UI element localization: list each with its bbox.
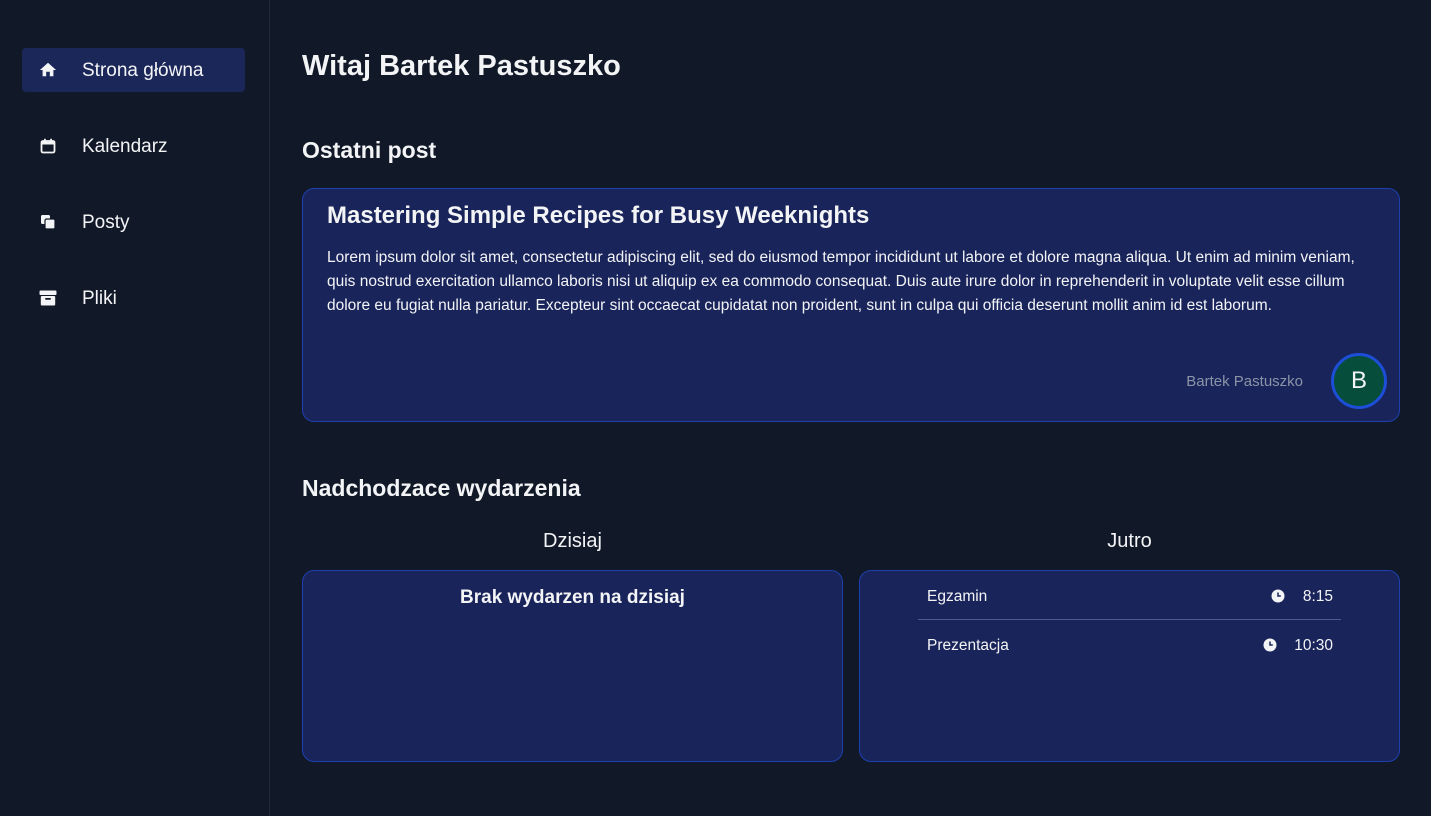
latest-post-heading: Ostatni post — [302, 137, 437, 163]
sidebar-item-posts[interactable]: Posty — [22, 200, 245, 244]
event-time: 8:15 — [1302, 588, 1333, 605]
today-events-card: Brak wydarzen na dzisiaj — [302, 570, 843, 762]
sidebar: Strona główna Kalendarz Posty Pliki — [0, 0, 270, 816]
upcoming-events-heading: Nadchodzace wydarzenia — [302, 475, 581, 501]
archive-icon — [38, 288, 58, 308]
posts-icon — [38, 212, 58, 232]
event-name: Prezentacja — [927, 637, 1009, 654]
tomorrow-events-card: Egzamin 8:15 Prezentacja 10:30 — [859, 570, 1400, 762]
sidebar-item-label: Pliki — [82, 288, 117, 309]
event-name: Egzamin — [927, 588, 988, 605]
post-title: Mastering Simple Recipes for Busy Weekni… — [327, 202, 870, 229]
tomorrow-heading: Jutro — [1107, 530, 1152, 552]
sidebar-item-label: Kalendarz — [82, 136, 168, 157]
clock-icon — [1263, 638, 1277, 652]
sidebar-item-home[interactable]: Strona główna — [22, 48, 245, 92]
post-body: Lorem ipsum dolor sit amet, consectetur … — [327, 249, 1355, 314]
event-time: 10:30 — [1294, 637, 1333, 654]
sidebar-item-label: Strona główna — [82, 60, 204, 81]
avatar[interactable]: B — [1331, 353, 1387, 409]
home-icon — [38, 60, 58, 80]
post-author: Bartek Pastuszko — [1186, 373, 1303, 390]
page-title: Witaj Bartek Pastuszko — [302, 50, 621, 82]
clock-icon — [1271, 589, 1285, 603]
calendar-icon — [38, 136, 58, 156]
sidebar-item-label: Posty — [82, 212, 130, 233]
event-row[interactable]: Egzamin 8:15 — [918, 572, 1341, 620]
no-events-message: Brak wydarzen na dzisiaj — [460, 587, 685, 608]
event-row[interactable]: Prezentacja 10:30 — [918, 621, 1341, 669]
sidebar-item-files[interactable]: Pliki — [22, 276, 245, 320]
sidebar-item-calendar[interactable]: Kalendarz — [22, 124, 245, 168]
today-heading: Dzisiaj — [543, 530, 602, 552]
post-card[interactable]: Mastering Simple Recipes for Busy Weekni… — [302, 188, 1400, 422]
